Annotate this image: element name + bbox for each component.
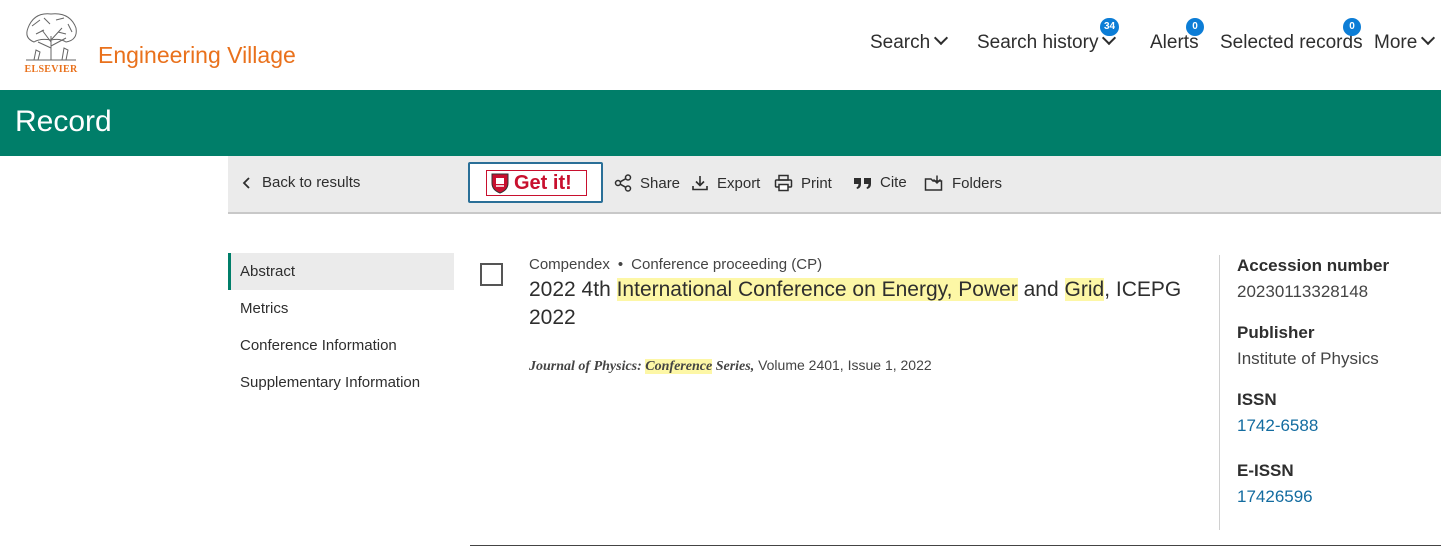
export-button[interactable]: Export	[691, 174, 760, 192]
selected-records-count-badge: 0	[1343, 18, 1361, 36]
folder-add-icon	[924, 175, 943, 191]
title-part: 2022 4th	[529, 278, 617, 301]
journal-name[interactable]: Journal of Physics: Conference Series,	[529, 359, 754, 374]
alerts-count-badge: 0	[1186, 18, 1204, 36]
info-divider	[1219, 255, 1220, 530]
nav-search-label: Search	[870, 32, 931, 53]
get-it-badge: Get it!	[486, 170, 587, 196]
cite-label: Cite	[880, 174, 907, 191]
nav-search-history[interactable]: Search history	[977, 30, 1117, 54]
sidenav-item-supplementary-information[interactable]: Supplementary Information	[228, 364, 454, 401]
share-button[interactable]: Share	[614, 174, 680, 192]
record-source: Journal of Physics: Conference Series, V…	[529, 357, 932, 375]
title-highlight: Grid	[1064, 278, 1105, 301]
database-label: Compendex	[529, 256, 610, 273]
eissn-link[interactable]: 17426596	[1237, 487, 1313, 507]
back-to-results-label: Back to results	[262, 174, 361, 191]
printer-icon	[774, 174, 793, 192]
sidenav-item-conference-information[interactable]: Conference Information	[228, 327, 454, 364]
folders-button[interactable]: Folders	[924, 174, 1002, 192]
eissn-block: E-ISSN 17426596	[1237, 461, 1313, 507]
shield-icon	[491, 173, 509, 194]
section-divider	[470, 545, 1441, 546]
publisher-value: Institute of Physics	[1237, 349, 1379, 368]
publisher-block: Publisher Institute of Physics	[1237, 323, 1379, 369]
publisher-label: Publisher	[1237, 323, 1315, 342]
record-meta: Compendex • Conference proceeding (CP)	[529, 256, 822, 273]
accession-number-block: Accession number 20230113328148	[1237, 256, 1389, 302]
search-history-count-badge: 34	[1100, 18, 1120, 36]
download-icon	[692, 176, 708, 191]
nav-more[interactable]: More	[1374, 30, 1436, 54]
select-record-checkbox[interactable]	[480, 263, 503, 286]
chevron-down-icon	[934, 30, 949, 46]
title-highlight: International Conference on Energy, Powe…	[616, 278, 1018, 301]
folders-label: Folders	[952, 174, 1003, 192]
record-toolbar: Back to results Get it! Share Export Pri…	[228, 156, 1441, 214]
sidenav-item-abstract[interactable]: Abstract	[228, 253, 454, 290]
eissn-label: E-ISSN	[1237, 461, 1294, 480]
nav-search[interactable]: Search	[870, 30, 949, 54]
engineering-village-brand[interactable]: Engineering Village	[98, 42, 296, 69]
get-it-button[interactable]: Get it!	[468, 162, 603, 203]
chevron-left-icon	[242, 176, 250, 189]
quote-icon	[854, 177, 871, 189]
accession-number-value: 20230113328148	[1237, 282, 1369, 301]
back-to-results-link[interactable]: Back to results	[240, 174, 360, 191]
record-title: 2022 4th International Conference on Ene…	[529, 276, 1189, 332]
get-it-label: Get it!	[514, 171, 572, 194]
source-details: Volume 2401, Issue 1, 2022	[754, 357, 932, 373]
print-label: Print	[801, 174, 832, 192]
top-header: ELSEVIER Engineering Village Search Sear…	[0, 0, 1441, 90]
sidenav-item-metrics[interactable]: Metrics	[228, 290, 454, 327]
nav-search-history-label: Search history	[977, 32, 1099, 53]
journal-name-prefix: Journal of Physics:	[529, 359, 646, 374]
nav-selected-records[interactable]: Selected records	[1220, 32, 1363, 54]
accession-number-label: Accession number	[1237, 256, 1390, 275]
elsevier-wordmark: ELSEVIER	[24, 64, 78, 75]
record-section-nav: Abstract Metrics Conference Information …	[228, 253, 454, 401]
share-label: Share	[640, 174, 681, 192]
share-icon	[614, 174, 632, 192]
nav-selected-records-label: Selected records	[1220, 32, 1363, 53]
page-title: Record	[15, 105, 112, 138]
chevron-down-icon	[1421, 30, 1436, 46]
cite-button[interactable]: Cite	[853, 174, 907, 191]
print-button[interactable]: Print	[774, 174, 832, 192]
meta-separator: •	[617, 256, 624, 273]
nav-more-label: More	[1374, 32, 1418, 53]
elsevier-tree-icon	[20, 8, 82, 64]
document-type-label: Conference proceeding (CP)	[631, 256, 823, 273]
issn-block: ISSN 1742-6588	[1237, 390, 1318, 436]
journal-name-highlight: Conference	[645, 359, 713, 374]
issn-link[interactable]: 1742-6588	[1237, 416, 1318, 436]
issn-label: ISSN	[1237, 390, 1277, 409]
journal-name-suffix: Series,	[712, 359, 755, 374]
record-banner: Record	[0, 90, 1441, 156]
export-label: Export	[717, 174, 761, 192]
title-part: and	[1017, 278, 1065, 301]
